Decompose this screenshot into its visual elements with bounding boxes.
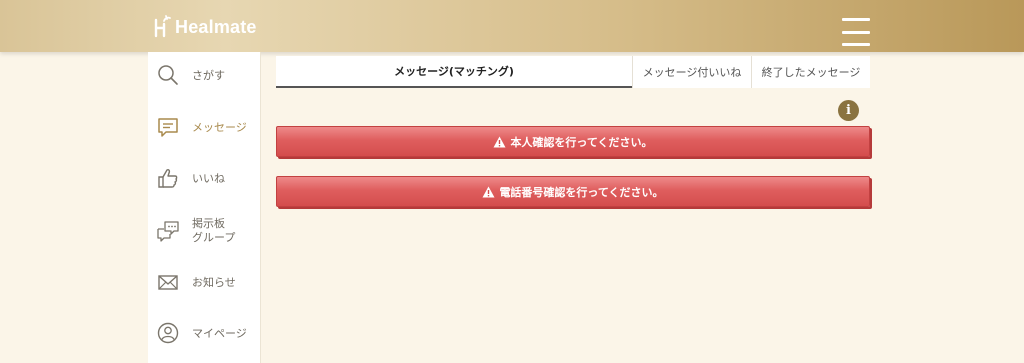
sidebar-item-label: メッセージ [192, 120, 247, 134]
healmate-logo-icon [154, 15, 171, 38]
tab-ended-messages[interactable]: 終了したメッセージ [751, 56, 870, 88]
alert-label: 電話番号確認を行ってください。 [499, 185, 664, 199]
sidebar-item-notifications[interactable]: お知らせ [148, 260, 261, 304]
warning-icon [482, 186, 495, 197]
logo-text: Healmate [175, 16, 257, 37]
sidebar-item-label-line2: グループ [192, 231, 236, 244]
search-icon [158, 65, 178, 85]
message-tabs: メッセージ(マッチング) メッセージ付いいね 終了したメッセージ [276, 56, 870, 88]
sidebar-item-label: さがす [192, 68, 225, 82]
app-header: Healmate [0, 0, 1024, 52]
alert-label: 本人確認を行ってください。 [510, 135, 653, 149]
info-icon[interactable]: i [838, 100, 859, 121]
tab-label: メッセージ(マッチング) [394, 65, 514, 78]
tab-label: 終了したメッセージ [761, 66, 861, 79]
tab-messages-with-likes[interactable]: メッセージ付いいね [632, 56, 751, 88]
message-icon [158, 118, 178, 137]
sidebar-item-board[interactable]: 掲示板 グループ [148, 209, 261, 253]
phone-verification-alert-button[interactable]: 電話番号確認を行ってください。 [276, 176, 870, 207]
sidebar-item-mypage[interactable]: マイページ [148, 311, 261, 355]
sidebar-item-search[interactable]: さがす [148, 53, 261, 97]
identity-verification-alert-button[interactable]: 本人確認を行ってください。 [276, 126, 870, 157]
sidebar-item-likes[interactable]: いいね [148, 156, 261, 200]
sidebar-item-label: マイページ [192, 326, 247, 340]
user-icon [157, 322, 179, 344]
thumbs-up-icon [158, 169, 178, 188]
sidebar-item-message[interactable]: メッセージ [148, 105, 261, 149]
tab-label: メッセージ付いいね [642, 66, 742, 79]
warning-icon [493, 136, 506, 147]
sidebar-item-label-line1: 掲示板 [192, 217, 225, 230]
bulletin-board-icon [157, 221, 179, 242]
sidebar-item-label: お知らせ [192, 275, 236, 289]
hamburger-menu-icon[interactable] [842, 18, 870, 46]
sidebar-item-label: いいね [192, 171, 225, 185]
mail-icon [158, 275, 178, 290]
logo[interactable]: Healmate [153, 14, 257, 40]
tab-matching-messages[interactable]: メッセージ(マッチング) [276, 56, 632, 88]
